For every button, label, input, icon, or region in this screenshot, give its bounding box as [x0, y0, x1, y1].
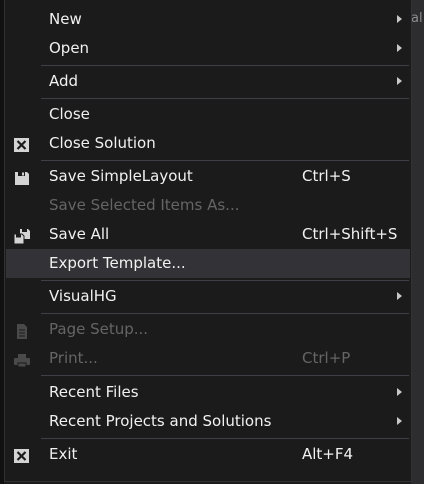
menu-item-recent-files[interactable]: Recent Files — [6, 378, 410, 407]
menu-item-new[interactable]: New — [6, 5, 410, 34]
menu-item-close-solution-label: Close Solution — [49, 134, 156, 152]
menu-item-close[interactable]: Close — [6, 100, 410, 129]
menu-separator — [41, 65, 409, 66]
menu-item-recent-projects[interactable]: Recent Projects and Solutions — [6, 407, 410, 436]
exit-x-icon — [13, 446, 31, 463]
menu-item-save-selected[interactable]: Save Selected Items As... — [6, 191, 410, 220]
menu-item-print[interactable]: Print... Ctrl+P — [6, 344, 410, 373]
menu-separator — [41, 280, 409, 281]
menu-item-export-template[interactable]: Export Template... — [6, 249, 410, 278]
menu-item-save-all[interactable]: Save All Ctrl+Shift+S — [6, 220, 410, 249]
menu-item-visualhg[interactable]: VisualHG — [6, 282, 410, 311]
menu-item-exit-shortcut: Alt+F4 — [302, 445, 354, 463]
menu-item-save-selected-label: Save Selected Items As... — [49, 196, 240, 214]
menu-item-print-label: Print... — [49, 349, 98, 367]
menu-item-visualhg-label: VisualHG — [49, 287, 117, 305]
menu-separator — [41, 375, 409, 376]
menu-separator — [41, 438, 409, 439]
file-menu-screenshot: al New Open Add Close Close Solution Sav… — [0, 0, 424, 484]
menu-item-add-label: Add — [49, 72, 79, 90]
submenu-arrow-icon — [397, 388, 402, 396]
menu-item-new-label: New — [49, 10, 82, 28]
menu-item-open-label: Open — [49, 39, 90, 57]
menu-separator — [41, 313, 409, 314]
page-setup-icon — [13, 321, 31, 339]
menu-item-save-shortcut: Ctrl+S — [302, 167, 351, 185]
menu-item-page-setup[interactable]: Page Setup... — [6, 315, 410, 344]
submenu-arrow-icon — [397, 292, 402, 300]
save-all-icon — [13, 226, 31, 245]
menu-item-page-setup-label: Page Setup... — [49, 320, 149, 338]
submenu-arrow-icon — [397, 77, 402, 85]
save-disk-icon — [13, 168, 31, 185]
menu-item-close-solution[interactable]: Close Solution — [6, 129, 410, 158]
submenu-arrow-icon — [397, 417, 402, 425]
menu-item-save-all-shortcut: Ctrl+Shift+S — [302, 225, 398, 243]
menu-item-export-template-label: Export Template... — [49, 254, 186, 272]
file-menu: New Open Add Close Close Solution Save S… — [4, 0, 412, 482]
menu-item-open[interactable]: Open — [6, 34, 410, 63]
menu-item-exit-label: Exit — [49, 445, 78, 463]
printer-icon — [13, 350, 31, 368]
menu-item-recent-files-label: Recent Files — [49, 383, 139, 401]
submenu-arrow-icon — [397, 44, 402, 52]
menu-item-exit[interactable]: Exit Alt+F4 — [6, 440, 410, 469]
background-right: al — [411, 0, 424, 484]
menu-item-save-label: Save SimpleLayout — [49, 167, 193, 185]
menu-separator — [41, 160, 409, 161]
menu-item-add[interactable]: Add — [6, 67, 410, 96]
menu-item-recent-projects-label: Recent Projects and Solutions — [49, 412, 272, 430]
menu-item-save[interactable]: Save SimpleLayout Ctrl+S — [6, 162, 410, 191]
menu-item-close-label: Close — [49, 105, 90, 123]
submenu-arrow-icon — [397, 15, 402, 23]
menu-separator — [41, 98, 409, 99]
close-x-icon — [13, 135, 31, 152]
background-peek-text: al — [411, 11, 423, 26]
menu-item-save-all-label: Save All — [49, 225, 110, 243]
menu-item-print-shortcut: Ctrl+P — [302, 349, 351, 367]
